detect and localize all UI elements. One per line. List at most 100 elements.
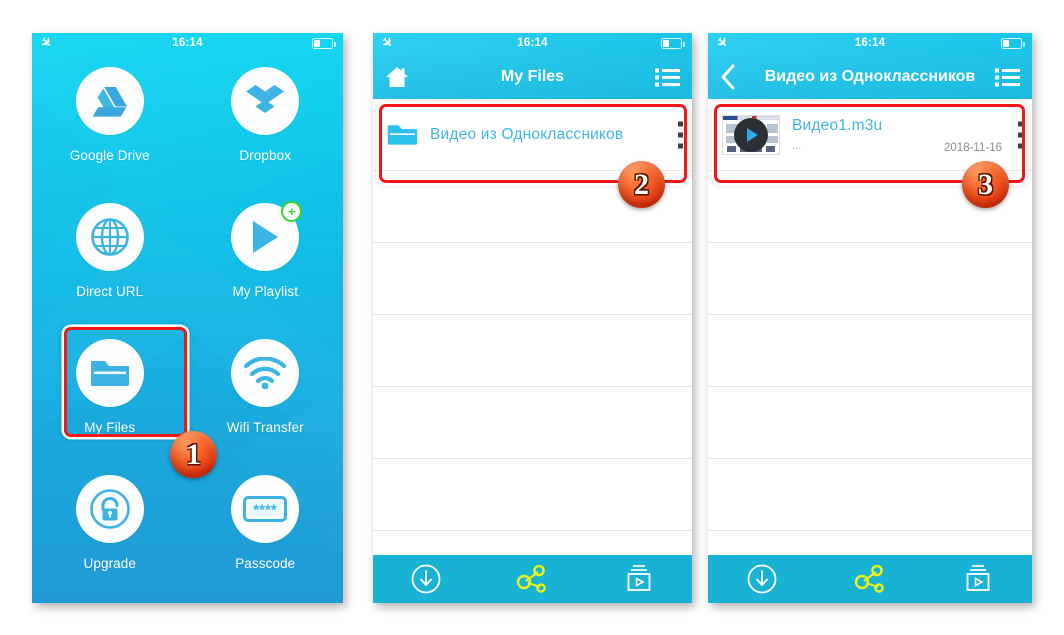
table-row-empty <box>373 315 692 387</box>
list-view-icon <box>995 68 1020 86</box>
media-library-button[interactable] <box>586 564 692 594</box>
home-button[interactable] <box>385 66 409 88</box>
tile-passcode[interactable]: **** Passcode <box>188 467 344 603</box>
download-button[interactable] <box>708 564 816 594</box>
status-time: 16:14 <box>854 37 886 49</box>
status-time: 16:14 <box>172 37 203 49</box>
step-number: 1 <box>186 437 201 471</box>
passcode-icon: **** <box>243 496 288 522</box>
table-row-empty <box>373 243 692 315</box>
status-bar: ✈ 16:14 <box>32 33 343 55</box>
tile-label: Wifi Transfer <box>226 420 304 435</box>
tile-my-files[interactable]: My Files <box>32 331 188 467</box>
battery-low-icon <box>661 38 685 49</box>
media-library-icon <box>627 565 651 591</box>
navigation-bar: My Files <box>373 55 692 99</box>
tile-label: Passcode <box>235 556 296 571</box>
battery-low-icon <box>312 38 336 49</box>
globe-icon <box>90 218 129 256</box>
file-subtitle: ... <box>792 140 802 152</box>
tile-icon-circle <box>231 67 300 135</box>
tile-icon-circle <box>75 475 144 543</box>
media-library-button[interactable] <box>924 564 1032 594</box>
table-row-empty <box>708 387 1032 459</box>
google-drive-icon <box>92 87 127 117</box>
tile-label: Google Drive <box>69 148 150 163</box>
row-text: Видео1.m3u ... <box>792 117 882 152</box>
back-chevron-icon <box>721 64 735 90</box>
more-vertical-icon[interactable] <box>678 121 683 148</box>
dropbox-icon <box>246 85 285 113</box>
table-row-empty <box>708 315 1032 387</box>
step-number: 3 <box>978 167 993 201</box>
bottom-toolbar <box>373 555 692 603</box>
bottom-toolbar <box>708 555 1032 603</box>
tile-label: Direct URL <box>76 284 144 299</box>
wifi-icon <box>244 357 287 389</box>
tile-label: Upgrade <box>83 556 136 571</box>
tile-icon-circle <box>75 339 144 407</box>
play-overlay-icon <box>734 117 768 152</box>
more-vertical-icon[interactable] <box>1018 121 1023 148</box>
status-bar: ✈ 16:14 <box>708 33 1032 55</box>
status-bar: ✈ 16:14 <box>373 33 692 55</box>
home-background: ✈ 16:14 Google Drive Dropbox Direct URL … <box>32 33 343 603</box>
download-button[interactable] <box>373 564 479 594</box>
phone-screen-folder-contents: ✈ 16:14 Видео из Одноклассников Видео1.m… <box>708 33 1032 603</box>
file-name: Видео из Одноклассников <box>430 125 624 143</box>
tile-my-playlist[interactable]: + My Playlist <box>188 195 344 331</box>
download-icon <box>747 564 777 594</box>
panel3-top-area: ✈ 16:14 Видео из Одноклассников <box>708 33 1032 99</box>
tile-dropbox[interactable]: Dropbox <box>188 59 344 195</box>
video-thumbnail <box>722 114 780 155</box>
panel2-top-area: ✈ 16:14 My Files <box>373 33 692 99</box>
app-grid: Google Drive Dropbox Direct URL + My Pla… <box>32 59 343 603</box>
navigation-bar: Видео из Одноклассников <box>708 55 1032 99</box>
list-view-icon <box>655 68 680 86</box>
add-badge-icon: + <box>281 201 303 222</box>
row-text: Видео из Одноклассников <box>430 126 623 144</box>
tile-label: Dropbox <box>239 148 292 163</box>
unlock-icon <box>89 489 130 529</box>
list-view-button[interactable] <box>655 68 680 87</box>
tile-icon-circle <box>75 67 144 135</box>
tile-icon-circle <box>75 203 144 271</box>
tile-icon-circle <box>231 339 300 407</box>
step-badge-2: 2 <box>618 161 665 208</box>
tile-icon-circle: **** <box>231 475 300 543</box>
svg-text:****: **** <box>254 502 278 519</box>
battery-low-icon <box>1001 38 1025 49</box>
share-nodes-icon <box>517 565 547 593</box>
download-icon <box>411 564 441 594</box>
share-button[interactable] <box>479 565 585 593</box>
media-library-icon <box>966 565 990 591</box>
home-icon <box>386 67 408 87</box>
status-time: 16:14 <box>517 37 548 49</box>
folder-icon <box>90 361 129 386</box>
tile-label: My Playlist <box>232 284 299 299</box>
folder-icon <box>387 125 418 145</box>
table-row-empty <box>373 459 692 531</box>
file-name: Видео1.m3u <box>792 117 883 134</box>
play-icon <box>253 221 279 253</box>
tile-google-drive[interactable]: Google Drive <box>32 59 188 195</box>
page-title: My Files <box>500 68 565 85</box>
step-badge-3: 3 <box>962 161 1009 208</box>
share-nodes-icon <box>854 565 884 593</box>
back-button[interactable] <box>720 64 736 90</box>
list-view-button[interactable] <box>995 68 1020 87</box>
step-number: 2 <box>634 167 649 201</box>
page-title: Видео из Одноклассников <box>764 68 976 85</box>
file-date: 2018-11-16 <box>944 142 1002 154</box>
tile-icon-circle: + <box>231 201 303 271</box>
table-row-empty <box>373 387 692 459</box>
tile-label: My Files <box>84 420 136 435</box>
phone-screen-home: ✈ 16:14 Google Drive Dropbox Direct URL … <box>32 33 343 603</box>
table-row-empty <box>708 243 1032 315</box>
table-row-empty <box>708 459 1032 531</box>
tile-direct-url[interactable]: Direct URL <box>32 195 188 331</box>
phone-screen-my-files: ✈ 16:14 My Files Видео из Одноклассников <box>373 33 692 603</box>
step-badge-1: 1 <box>170 431 217 478</box>
share-button[interactable] <box>816 565 924 593</box>
tile-upgrade[interactable]: Upgrade <box>32 467 188 603</box>
